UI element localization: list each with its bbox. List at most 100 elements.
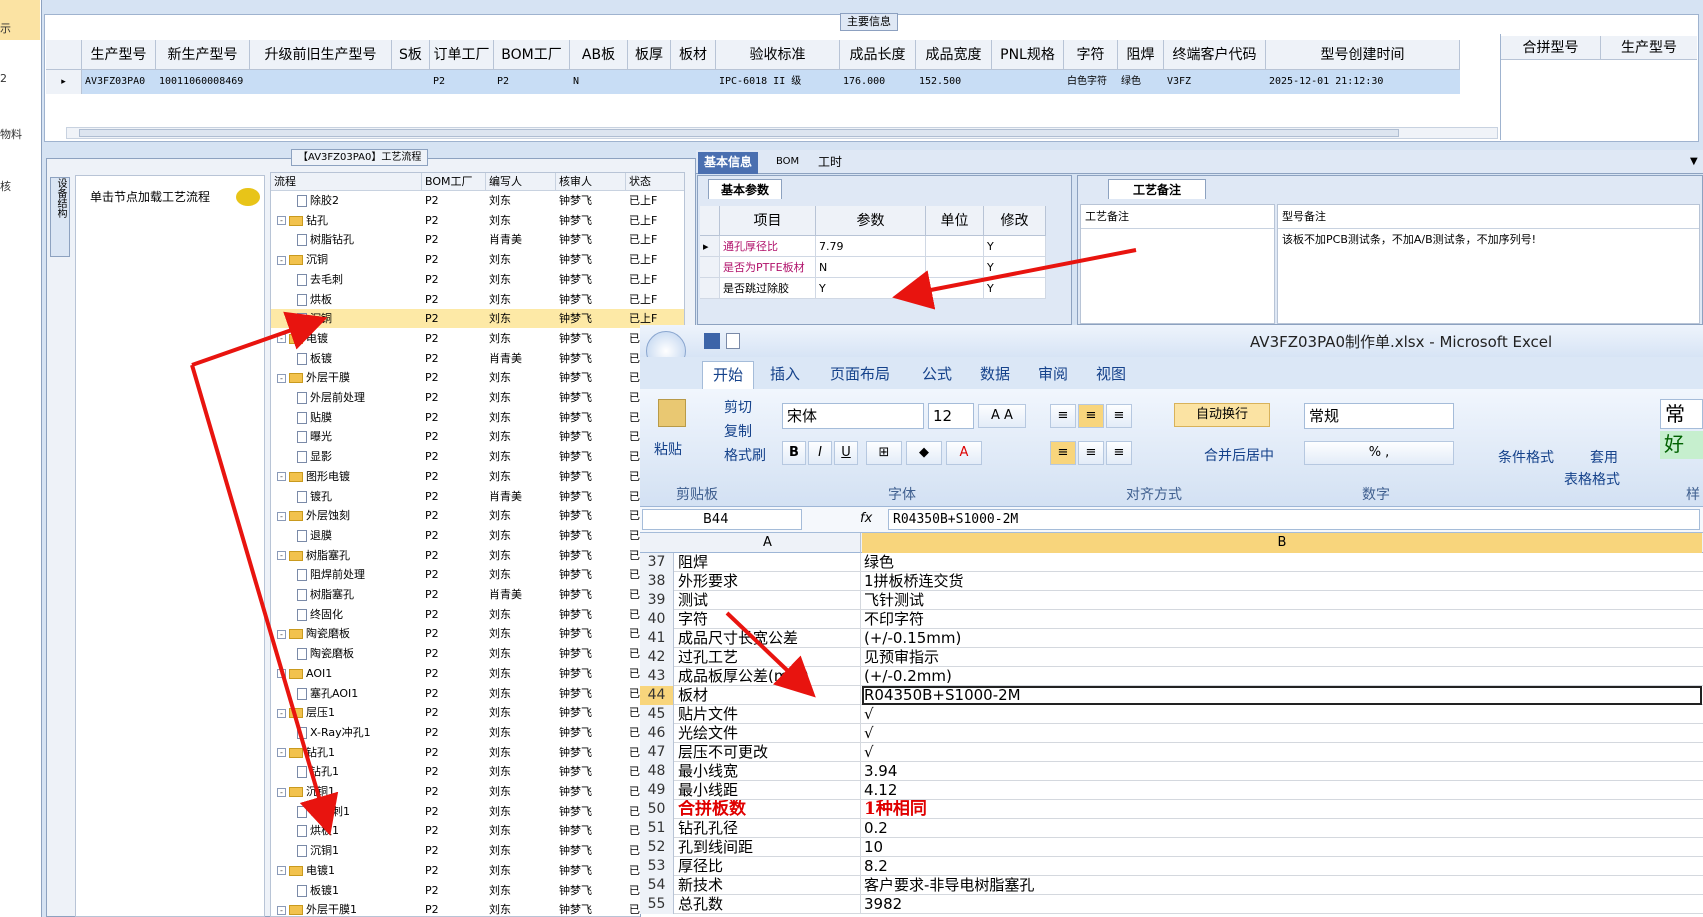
- cell-b[interactable]: 飞针测试: [862, 591, 1702, 610]
- tree-col-process[interactable]: 流程: [271, 173, 422, 191]
- param-cell-unit[interactable]: [926, 236, 984, 257]
- param-cell-edit[interactable]: Y: [984, 257, 1046, 278]
- ribbon-tab-data[interactable]: 数据: [980, 361, 1010, 387]
- cell-a[interactable]: 厚径比: [675, 857, 861, 876]
- tree-row[interactable]: 终固化P2刘东钟梦飞已上F: [271, 605, 684, 624]
- row-number[interactable]: 40: [640, 610, 674, 629]
- row-number[interactable]: 44: [640, 686, 674, 705]
- tree-row[interactable]: 沉铜 P2 刘东 钟梦飞 已上F: [271, 309, 684, 329]
- cell-b[interactable]: (+/-0.2mm): [862, 667, 1702, 686]
- tree-row[interactable]: 退膜P2刘东钟梦飞已上F: [271, 526, 684, 545]
- main-cell[interactable]: V3FZ: [1164, 70, 1266, 94]
- tree-row[interactable]: 钻孔1P2刘东钟梦飞已上F: [271, 762, 684, 781]
- param-cell-param[interactable]: 7.79: [816, 236, 926, 257]
- cell-a[interactable]: 测试: [675, 591, 861, 610]
- tree-row[interactable]: - 沉铜 P2 刘东 钟梦飞 已上F: [271, 250, 684, 269]
- row-number[interactable]: 39: [640, 591, 674, 610]
- tree-row[interactable]: 树脂塞孔P2肖青美钟梦飞已上F: [271, 585, 684, 604]
- tree-node[interactable]: - 钻孔: [277, 211, 422, 230]
- tree-node[interactable]: - 层压1: [277, 703, 422, 722]
- format-painter-button[interactable]: 格式刷: [724, 445, 766, 465]
- collapse-icon[interactable]: -: [277, 866, 286, 876]
- tree-row[interactable]: 陶瓷磨板P2刘东钟梦飞已上F: [271, 644, 684, 663]
- tree-row[interactable]: 除胶2 P2 刘东 钟梦飞 已上F: [271, 191, 684, 210]
- tree-node[interactable]: 贴膜: [297, 408, 422, 427]
- row-number[interactable]: 49: [640, 781, 674, 800]
- chevron-down-icon[interactable]: ▼: [1684, 152, 1703, 174]
- collapse-icon[interactable]: -: [277, 551, 286, 561]
- tree-node[interactable]: 外层前处理: [297, 388, 422, 407]
- tab-bom[interactable]: BOM: [770, 152, 805, 174]
- tree-row[interactable]: -电镀1P2刘东钟梦飞已上F: [271, 861, 684, 880]
- tree-node[interactable]: - 外层干膜: [277, 368, 422, 387]
- main-cell[interactable]: IPC-6018 II 级: [716, 70, 840, 94]
- tree-node[interactable]: 曝光: [297, 427, 422, 446]
- collapse-icon[interactable]: -: [277, 748, 286, 758]
- tree-row[interactable]: 外层前处理P2刘东钟梦飞已上F: [271, 388, 684, 407]
- cell-b[interactable]: (+/-0.15mm): [862, 629, 1702, 648]
- ribbon-tab-home[interactable]: 开始: [702, 361, 755, 389]
- tree-node[interactable]: 去毛刺: [297, 270, 422, 289]
- ribbon-tab-layout[interactable]: 页面布局: [830, 361, 890, 387]
- main-col-header[interactable]: 订单工厂: [430, 40, 494, 70]
- cell-a[interactable]: 阻焊: [675, 553, 861, 572]
- tree-node[interactable]: 树脂钻孔: [297, 230, 422, 249]
- cell-a[interactable]: 钻孔孔径: [675, 819, 861, 838]
- tree-node[interactable]: - 树脂塞孔: [277, 546, 422, 565]
- main-col-header[interactable]: 阻焊: [1118, 40, 1164, 70]
- cell-a[interactable]: 字符: [675, 610, 861, 629]
- left-nav-item[interactable]: 示: [0, 20, 11, 36]
- tree-node[interactable]: 塞孔AOI1: [297, 684, 422, 703]
- main-cell[interactable]: [250, 70, 392, 94]
- cut-button[interactable]: 剪切: [724, 397, 752, 417]
- cell-a[interactable]: 过孔工艺: [675, 648, 861, 667]
- ribbon-tab-formulas[interactable]: 公式: [922, 361, 952, 387]
- param-cell-item[interactable]: 是否为PTFE板材: [720, 257, 816, 278]
- tree-node[interactable]: - 电镀1: [277, 861, 422, 880]
- align-bottom-button[interactable]: ≡: [1106, 404, 1132, 428]
- tree-row[interactable]: -图形电镀P2刘东钟梦飞已上F: [271, 467, 684, 486]
- font-name-select[interactable]: 宋体: [782, 403, 924, 429]
- tab-hours[interactable]: 工时: [812, 152, 848, 174]
- tree-node[interactable]: 去毛刺1: [297, 802, 422, 821]
- paste-button[interactable]: 粘贴: [654, 439, 682, 459]
- tree-col-status[interactable]: 状态: [626, 173, 684, 191]
- cell-a[interactable]: 层压不可更改: [675, 743, 861, 762]
- cell-b[interactable]: 3.94: [862, 762, 1702, 781]
- param-cell-param[interactable]: Y: [816, 278, 926, 299]
- device-structure-tab[interactable]: 设备结构: [50, 177, 70, 257]
- tree-node[interactable]: 烘板1: [297, 821, 422, 840]
- main-col-header[interactable]: 升级前旧生产型号: [250, 40, 392, 70]
- cell-a[interactable]: 最小线宽: [675, 762, 861, 781]
- font-color-button[interactable]: A: [946, 441, 982, 465]
- name-box[interactable]: B44: [642, 509, 802, 530]
- tree-row[interactable]: 曝光P2刘东钟梦飞已上F: [271, 427, 684, 446]
- main-col-header[interactable]: PNL规格: [992, 40, 1064, 70]
- tree-node[interactable]: 显影: [297, 447, 422, 466]
- align-middle-button[interactable]: ≡: [1078, 404, 1104, 428]
- param-cell-unit[interactable]: [926, 278, 984, 299]
- font-size-select[interactable]: 12: [928, 403, 974, 429]
- main-col-header[interactable]: AB板: [570, 40, 628, 70]
- tree-node[interactable]: - 图形电镀: [277, 467, 422, 486]
- tree-row[interactable]: -沉铜1P2刘东钟梦飞已上F: [271, 782, 684, 801]
- style-normal[interactable]: 常规: [1660, 399, 1703, 454]
- main-col-header[interactable]: 成品宽度: [916, 40, 992, 70]
- row-number[interactable]: 50: [640, 800, 674, 819]
- collapse-icon[interactable]: -: [277, 373, 286, 383]
- row-number[interactable]: 43: [640, 667, 674, 686]
- collapse-icon[interactable]: -: [277, 787, 286, 797]
- new-doc-icon[interactable]: [726, 333, 740, 349]
- params-col-edit[interactable]: 修改: [984, 206, 1046, 236]
- ribbon-tab-view[interactable]: 视图: [1096, 361, 1126, 387]
- collapse-icon[interactable]: -: [277, 472, 286, 482]
- collapse-icon[interactable]: -: [277, 669, 286, 679]
- main-cell[interactable]: 2025-12-01 21:12:30: [1266, 70, 1460, 94]
- tree-node[interactable]: - 沉铜1: [277, 782, 422, 801]
- tree-row[interactable]: 显影P2刘东钟梦飞已上F: [271, 447, 684, 466]
- formula-input[interactable]: R04350B+S1000-2M: [888, 509, 1700, 530]
- tree-node[interactable]: 沉铜: [297, 309, 422, 328]
- tree-col-reviewer[interactable]: 核审人: [556, 173, 626, 191]
- row-number[interactable]: 46: [640, 724, 674, 743]
- combined-model-header[interactable]: 合拼型号: [1501, 36, 1601, 60]
